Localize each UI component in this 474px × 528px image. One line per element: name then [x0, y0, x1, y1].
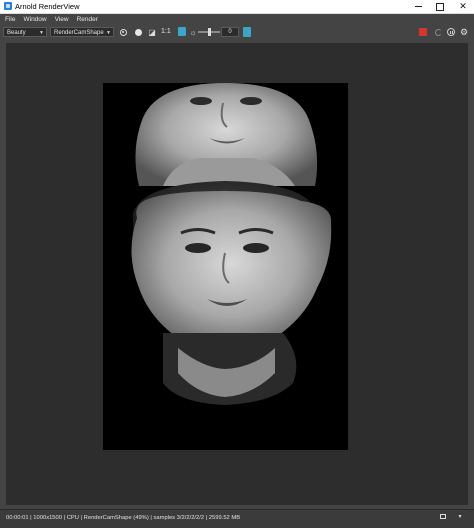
crop-region-button[interactable]: ◪ [147, 27, 157, 37]
menu-bar: File Window View Render [0, 14, 474, 25]
alpha-channel-icon [134, 28, 142, 36]
menu-view[interactable]: View [51, 14, 73, 25]
exposure-field[interactable]: 0 [221, 27, 239, 37]
refresh-icon [434, 28, 442, 36]
main-left-eye [185, 243, 211, 253]
rendered-image-graphic [131, 83, 332, 405]
refresh-render-button[interactable] [433, 27, 443, 37]
chevron-down-icon: ▼ [106, 30, 111, 36]
minimize-button[interactable] [406, 0, 430, 13]
camera-dropdown-value: RenderCamShape [54, 30, 104, 36]
chevron-down-icon: ▼ [39, 30, 44, 36]
exposure-slider-handle[interactable] [208, 28, 211, 36]
status-text: 00:00:01 | 1000x1500 | CPU | RenderCamSh… [6, 515, 241, 521]
rgb-channel-icon [119, 28, 127, 36]
maximize-button[interactable] [428, 0, 452, 13]
settings-button[interactable]: ⚙ [459, 27, 469, 37]
arnold-app-icon [4, 2, 12, 10]
status-bar: 00:00:01 | 1000x1500 | CPU | RenderCamSh… [0, 509, 474, 528]
upper-left-eye [190, 97, 212, 105]
pause-render-button[interactable] [446, 27, 456, 37]
menu-render[interactable]: Render [73, 14, 102, 25]
gear-icon: ⚙ [459, 27, 469, 37]
upper-right-eye [240, 97, 262, 105]
close-button[interactable]: ✕ [451, 0, 474, 13]
status-dropdown[interactable]: ▾ [451, 513, 469, 522]
folder-icon[interactable] [440, 514, 446, 519]
pause-icon [447, 28, 455, 36]
zoom-ratio-button[interactable]: 1:1 [161, 27, 171, 37]
menu-window[interactable]: Window [19, 14, 50, 25]
title-bar: Arnold RenderView ✕ [0, 0, 474, 14]
toolbar: Beauty ▼ RenderCamShape ▼ ◪ 1:1 ☼ 0 ⚙ [0, 25, 474, 40]
stop-render-button[interactable] [419, 28, 427, 36]
alpha-channel-button[interactable] [133, 27, 143, 37]
region-icon: ◪ [148, 27, 156, 37]
window-title: Arnold RenderView [15, 2, 80, 11]
main-right-eye [243, 243, 269, 253]
aov-dropdown[interactable]: Beauty ▼ [3, 27, 47, 37]
close-icon: ✕ [459, 1, 467, 11]
snapshot-button[interactable] [243, 27, 251, 37]
maximize-icon [436, 2, 444, 11]
camera-dropdown[interactable]: RenderCamShape ▼ [50, 27, 114, 37]
sun-icon: ☼ [189, 27, 197, 37]
fit-frame-button[interactable] [178, 27, 186, 36]
exposure-icon-button[interactable]: ☼ [188, 27, 198, 37]
display-channel-button[interactable] [118, 27, 128, 37]
minimize-icon [414, 6, 422, 7]
menu-file[interactable]: File [0, 14, 19, 25]
render-image[interactable] [103, 83, 348, 450]
main-face-shape [131, 191, 332, 352]
aov-dropdown-value: Beauty [7, 30, 26, 36]
